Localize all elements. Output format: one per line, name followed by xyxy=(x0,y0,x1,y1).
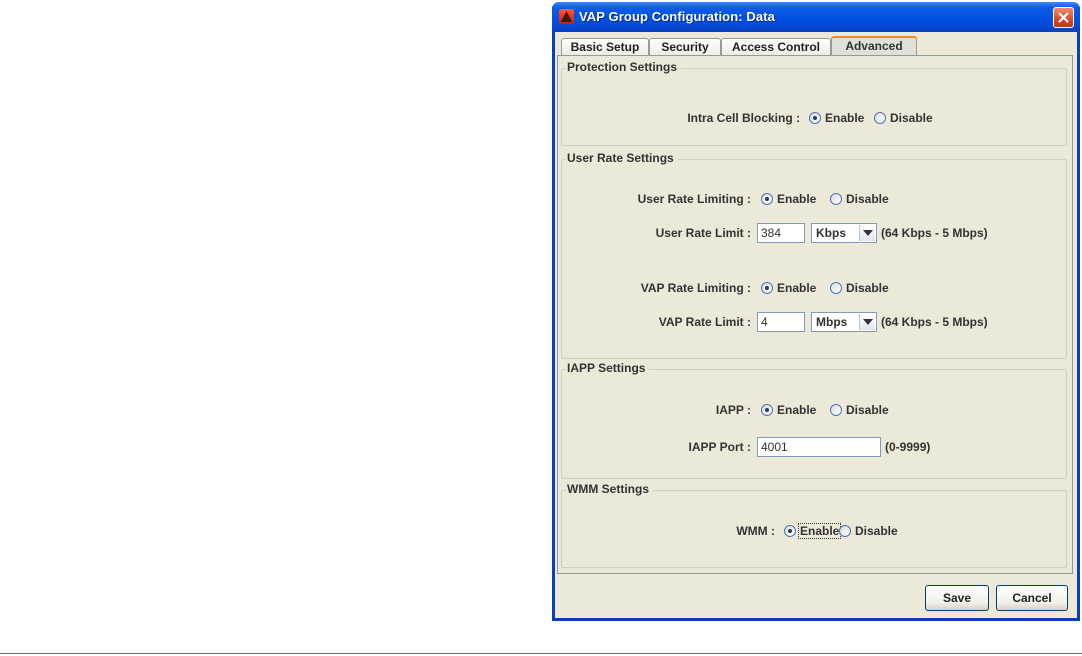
intra-cell-enable-radio[interactable] xyxy=(809,112,821,124)
iapp-label: IAPP : xyxy=(715,403,751,417)
dialog-client: Basic Setup Security Access Control Adva… xyxy=(555,32,1077,618)
vap-rate-limit-label: VAP Rate Limit : xyxy=(658,315,751,329)
user-rate-unit-select[interactable]: Kbps xyxy=(811,223,877,243)
iapp-settings-group: IAPP Settings IAPP : Enable Disable IAPP… xyxy=(561,361,1067,479)
wmm-enable-label[interactable]: Enable xyxy=(797,523,842,539)
user-rate-disable-radio[interactable] xyxy=(830,193,842,205)
wmm-disable-label[interactable]: Disable xyxy=(855,524,898,538)
vap-rate-disable-label[interactable]: Disable xyxy=(846,281,889,295)
iapp-port-range-hint: (0-9999) xyxy=(885,440,931,454)
title-bar[interactable]: VAP Group Configuration: Data xyxy=(552,2,1080,32)
user-rate-disable-label[interactable]: Disable xyxy=(846,192,889,206)
user-rate-enable-radio[interactable] xyxy=(761,193,773,205)
iapp-disable-label[interactable]: Disable xyxy=(846,403,889,417)
group-title: WMM Settings xyxy=(566,482,653,496)
iapp-disable-radio[interactable] xyxy=(830,404,842,416)
group-title: User Rate Settings xyxy=(566,151,678,165)
cancel-button[interactable]: Cancel xyxy=(996,585,1068,611)
iapp-port-input[interactable] xyxy=(757,437,881,457)
wmm-settings-group: WMM Settings WMM : Enable Disable xyxy=(561,482,1067,568)
user-rate-limiting-label: User Rate Limiting : xyxy=(637,192,751,206)
group-title: Protection Settings xyxy=(566,60,682,74)
protection-settings-group: Protection Settings Intra Cell Blocking … xyxy=(561,60,1067,146)
tab-access-control[interactable]: Access Control xyxy=(721,38,831,56)
vap-rate-enable-radio[interactable] xyxy=(761,282,773,294)
vap-rate-unit-value: Mbps xyxy=(816,315,848,329)
intra-cell-disable-label[interactable]: Disable xyxy=(890,111,933,125)
vap-rate-disable-radio[interactable] xyxy=(830,282,842,294)
save-button[interactable]: Save xyxy=(925,585,989,611)
chevron-down-icon[interactable] xyxy=(859,314,875,330)
wmm-disable-radio[interactable] xyxy=(839,525,851,537)
wmm-label: WMM : xyxy=(736,524,775,538)
user-rate-limit-input[interactable] xyxy=(757,223,805,243)
intra-cell-enable-label[interactable]: Enable xyxy=(825,111,864,125)
tab-advanced[interactable]: Advanced xyxy=(831,36,917,57)
user-rate-enable-label[interactable]: Enable xyxy=(777,192,816,206)
tab-security[interactable]: Security xyxy=(649,38,721,56)
user-rate-limit-label: User Rate Limit : xyxy=(655,226,751,240)
user-rate-range-hint: (64 Kbps - 5 Mbps) xyxy=(881,226,988,240)
vap-rate-limit-input[interactable] xyxy=(757,312,805,332)
wmm-enable-radio[interactable] xyxy=(784,525,796,537)
user-rate-settings-group: User Rate Settings User Rate Limiting : … xyxy=(561,151,1067,359)
vap-rate-unit-select[interactable]: Mbps xyxy=(811,312,877,332)
tab-basic-setup[interactable]: Basic Setup xyxy=(561,38,649,56)
dialog-window: VAP Group Configuration: Data Basic Setu… xyxy=(552,2,1080,621)
group-title: IAPP Settings xyxy=(566,361,650,375)
iapp-port-label: IAPP Port : xyxy=(688,440,751,454)
iapp-enable-label[interactable]: Enable xyxy=(777,403,816,417)
window-title: VAP Group Configuration: Data xyxy=(579,9,775,24)
chevron-down-icon[interactable] xyxy=(859,225,875,241)
dialog-footer: Save Cancel xyxy=(557,577,1073,617)
iapp-enable-radio[interactable] xyxy=(761,404,773,416)
user-rate-unit-value: Kbps xyxy=(816,226,846,240)
app-icon xyxy=(559,9,574,24)
vap-rate-range-hint: (64 Kbps - 5 Mbps) xyxy=(881,315,988,329)
intra-cell-blocking-label: Intra Cell Blocking : xyxy=(687,111,800,125)
advanced-tab-panel: Protection Settings Intra Cell Blocking … xyxy=(557,55,1073,574)
divider-line xyxy=(0,653,1082,654)
intra-cell-disable-radio[interactable] xyxy=(874,112,886,124)
vap-rate-limiting-label: VAP Rate Limiting : xyxy=(640,281,751,295)
vap-rate-enable-label[interactable]: Enable xyxy=(777,281,816,295)
close-icon[interactable] xyxy=(1053,7,1074,28)
